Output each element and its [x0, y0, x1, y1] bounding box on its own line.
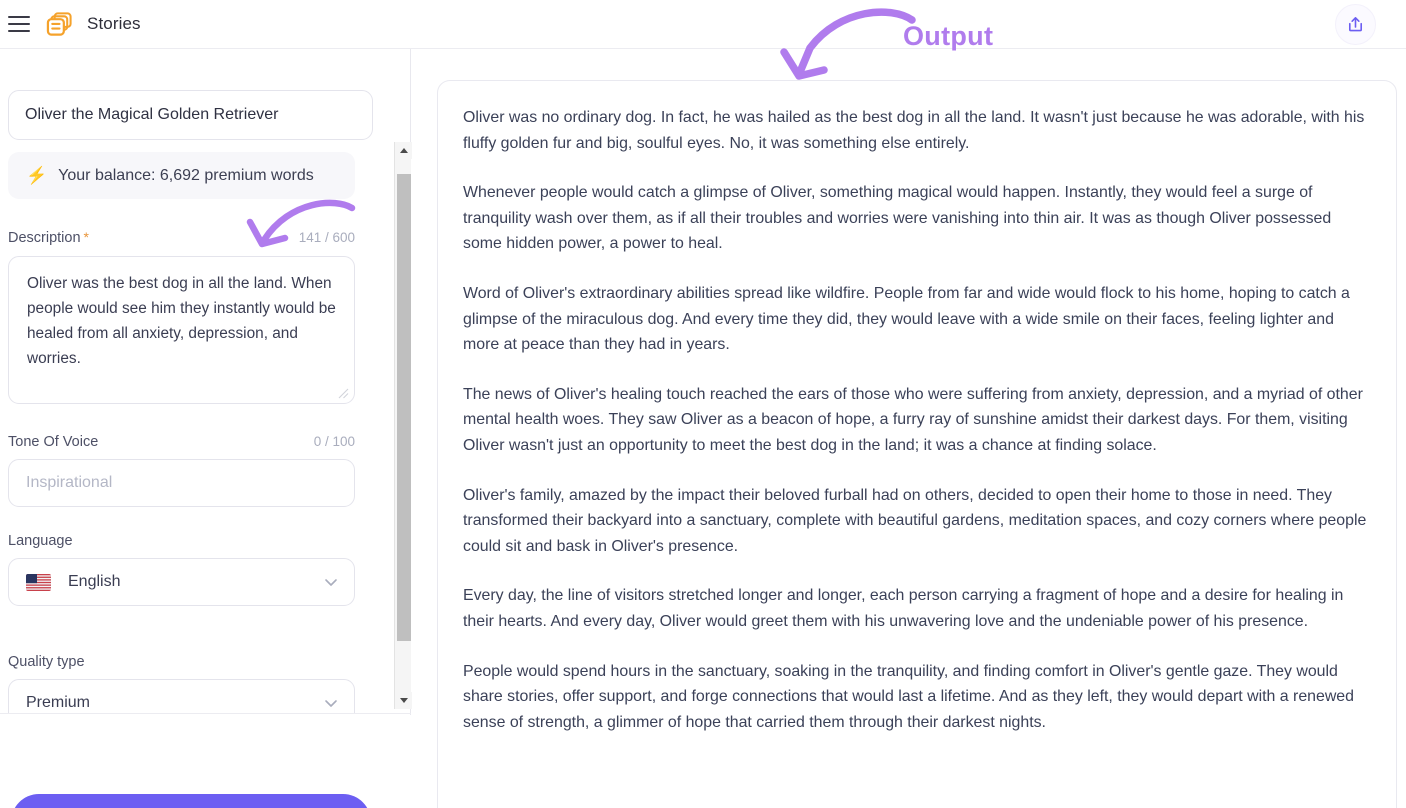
language-select[interactable]: English	[8, 558, 355, 606]
description-field-header: Description * 141 / 600	[8, 229, 355, 247]
balance-badge: ⚡ Your balance: 6,692 premium words	[8, 152, 355, 199]
description-value: Oliver was the best dog in all the land.…	[27, 275, 336, 367]
description-label-group: Description *	[8, 229, 89, 247]
settings-panel: ⚡ Your balance: 6,692 premium words Desc…	[0, 49, 412, 808]
triangle-up-glyph	[399, 148, 408, 153]
quality-type-select[interactable]: Premium	[8, 679, 355, 713]
settings-scrollbar[interactable]	[394, 142, 412, 709]
output-annotation-label: Output	[903, 21, 994, 51]
language-value: English	[68, 573, 121, 590]
output-paragraph: Oliver's family, amazed by the impact th…	[463, 486, 1367, 555]
panel-footer: Regenerate	[0, 715, 411, 808]
description-counter: 141 / 600	[298, 230, 355, 245]
app-root: Stories ⚡ Your balance: 6,692 premium wo…	[0, 0, 1406, 808]
hamburger-line	[8, 22, 30, 26]
resize-grip-icon[interactable]	[336, 386, 349, 399]
hamburger-icon[interactable]	[8, 16, 30, 32]
tone-label: Tone Of Voice	[8, 434, 99, 450]
lightning-bolt-icon: ⚡	[26, 166, 48, 185]
output-paragraph: Whenever people would catch a glimpse of…	[463, 184, 1332, 253]
output-paragraph: The news of Oliver's healing touch reach…	[463, 385, 1363, 454]
chevron-down-icon	[325, 700, 337, 707]
scrollbar-up-arrow-icon[interactable]	[395, 142, 412, 159]
scrollbar-thumb[interactable]	[397, 174, 411, 641]
tone-counter: 0 / 100	[313, 434, 355, 449]
output-paragraph: Word of Oliver's extraordinary abilities…	[463, 284, 1350, 354]
chevron-down-icon	[325, 579, 337, 586]
output-paragraph: Every day, the line of visitors stretche…	[463, 587, 1344, 630]
quality-type-value: Premium	[26, 694, 91, 711]
hamburger-line	[8, 29, 30, 32]
settings-scroll-area: ⚡ Your balance: 6,692 premium words Desc…	[0, 49, 411, 714]
story-title-input[interactable]	[8, 90, 373, 140]
description-label: Description	[8, 230, 81, 246]
app-title: Stories	[87, 14, 141, 33]
language-label: Language	[8, 533, 73, 549]
output-panel[interactable]: Oliver was no ordinary dog. In fact, he …	[437, 80, 1397, 808]
stories-logo-icon	[46, 11, 72, 36]
description-textarea[interactable]: Oliver was the best dog in all the land.…	[8, 256, 355, 404]
tone-of-voice-input[interactable]	[8, 459, 355, 507]
scrollbar-down-arrow-icon[interactable]	[395, 692, 412, 709]
tone-field-header: Tone Of Voice 0 / 100	[8, 434, 355, 450]
triangle-down-glyph	[399, 698, 408, 703]
share-export-icon[interactable]	[1335, 4, 1376, 45]
output-paragraph: Oliver was no ordinary dog. In fact, he …	[463, 109, 1365, 152]
us-flag-icon	[26, 573, 51, 591]
balance-text: Your balance: 6,692 premium words	[58, 166, 314, 184]
output-paragraph: People would spend hours in the sanctuar…	[463, 662, 1354, 731]
quality-type-label: Quality type	[8, 654, 85, 670]
share-glyph	[1348, 17, 1363, 32]
top-bar: Stories	[0, 0, 1406, 49]
regenerate-button[interactable]: Regenerate	[11, 794, 371, 808]
required-marker: *	[83, 229, 89, 245]
hamburger-line	[8, 16, 30, 19]
